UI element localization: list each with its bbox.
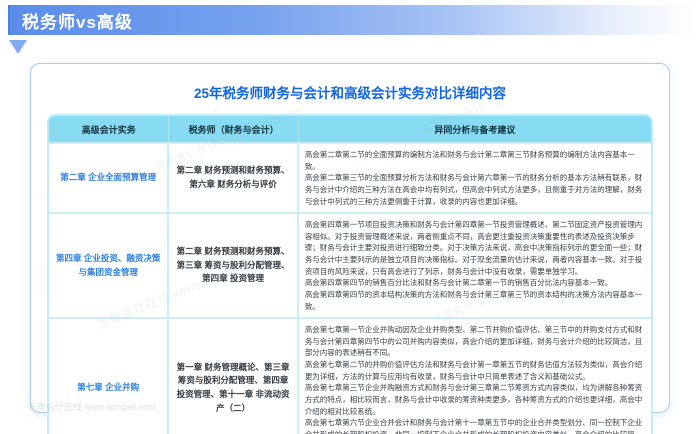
triangle-down-icon	[9, 40, 27, 54]
comparison-card: 25年税务师财务与会计和高级会计实务对比详细内容 高级会计实务 税务师（财务与会…	[30, 63, 670, 413]
table-row: 第七章 企业并购 第一章 财务管理概论、第三章 筹资与股利分配管理、第四章 投资…	[49, 317, 651, 434]
header-advanced-accounting: 高级会计实务	[49, 116, 169, 142]
analysis-cell: 高会第七章第一节企业并购动因及企业并购类型、第二节并购价值评估、第三节中的并购支…	[299, 317, 651, 434]
tax-chapter-cell: 第二章 财务预测和财务预算、第三章 筹资与股利分配管理、第四章 投资管理	[169, 212, 298, 317]
header-analysis-advice: 异同分析与备考建议	[299, 116, 651, 142]
advanced-chapter-cell: 第二章 企业全面预算管理	[49, 142, 169, 212]
table-row: 第二章 企业全面预算管理 第二章 财务预测和财务预算、第六章 财务分析与评价 高…	[49, 142, 651, 212]
tax-chapter-cell: 第二章 财务预测和财务预算、第六章 财务分析与评价	[169, 142, 298, 212]
card-title: 25年税务师财务与会计和高级会计实务对比详细内容	[47, 82, 653, 102]
analysis-cell: 高会第四章第一节项目投资决策和财务与会计第四章第一节投资管理概述、第二节固定资产…	[299, 212, 651, 317]
table-header-row: 高级会计实务 税务师（财务与会计） 异同分析与备考建议	[49, 116, 651, 142]
advanced-chapter-cell: 第四章 企业投资、融资决策与集团资金管理	[49, 212, 169, 317]
page-banner: 税务师vs高级	[8, 5, 700, 35]
table-row: 第四章 企业投资、融资决策与集团资金管理 第二章 财务预测和财务预算、第三章 筹…	[49, 212, 651, 317]
advanced-chapter-cell: 第七章 企业并购	[49, 317, 169, 434]
comparison-table: 高级会计实务 税务师（财务与会计） 异同分析与备考建议 第二章 企业全面预算管理…	[47, 114, 653, 434]
analysis-cell: 高会第二章第二节的全面预算的编制方法和财务与会计第二章第三节财务预算的编制方法内…	[299, 142, 651, 212]
tax-chapter-cell: 第一章 财务管理概论、第三章 筹资与股利分配管理、第四章 投资管理、第十一章 非…	[169, 317, 298, 434]
banner-title: 税务师vs高级	[10, 8, 133, 33]
header-tax-advisor: 税务师（财务与会计）	[169, 116, 298, 142]
